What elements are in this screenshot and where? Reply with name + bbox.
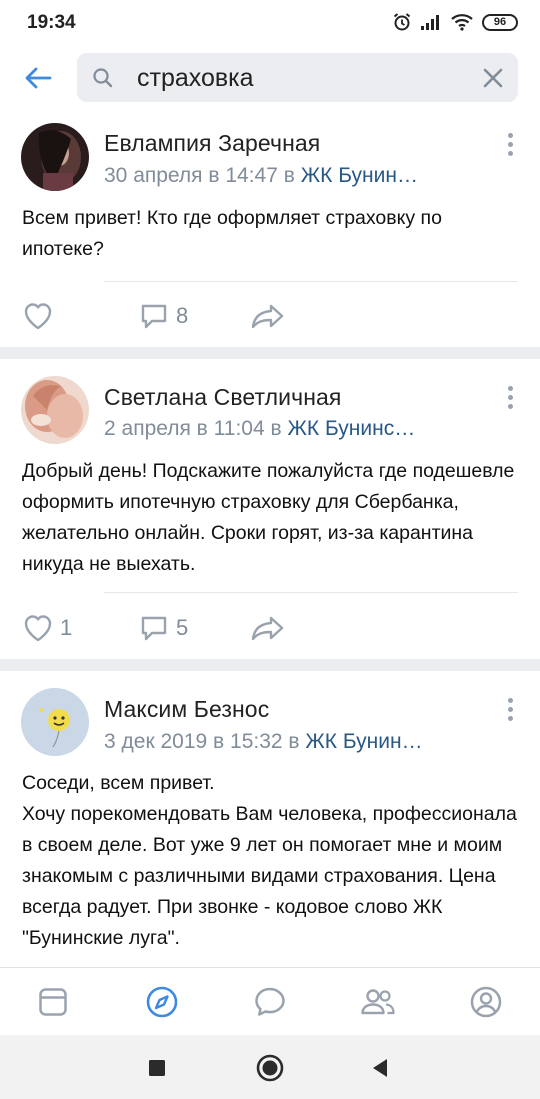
recents-button[interactable] xyxy=(142,1053,172,1083)
post-actions: 1 5 xyxy=(22,610,322,646)
wifi-icon xyxy=(451,14,473,31)
share-icon xyxy=(251,304,284,329)
search-header: страховка xyxy=(0,44,540,112)
battery-icon: 96 xyxy=(482,13,518,31)
post-divider xyxy=(0,659,540,671)
post-actions: 8 xyxy=(22,298,322,334)
home-circle-icon xyxy=(256,1054,284,1082)
heart-icon xyxy=(24,615,52,642)
comment-icon xyxy=(141,304,167,329)
post-date: 3 дек 2019 в 15:32 в xyxy=(104,730,300,753)
post-more-button[interactable] xyxy=(500,694,520,724)
post-separator xyxy=(104,592,518,593)
post-meta: 30 апреля в 14:47 в ЖК Бунин… xyxy=(104,164,418,188)
post-more-button[interactable] xyxy=(500,129,520,159)
avatar-photo xyxy=(21,376,89,444)
post-separator xyxy=(104,281,518,282)
android-nav-bar xyxy=(0,1035,540,1099)
post-divider xyxy=(0,347,540,359)
post-text: Всем привет! Кто где оформляет страховку… xyxy=(22,207,442,260)
share-button[interactable] xyxy=(250,610,286,646)
clear-search-button[interactable] xyxy=(480,65,506,91)
post-meta: 3 дек 2019 в 15:32 в ЖК Бунин… xyxy=(104,730,423,754)
post-text: Добрый день! Подскажите пожалуйста где п… xyxy=(22,460,515,575)
tab-messages[interactable] xyxy=(250,982,290,1022)
comment-button[interactable]: 5 xyxy=(138,610,188,646)
back-arrow-icon xyxy=(25,67,52,89)
like-count: 1 xyxy=(60,615,73,640)
avatar[interactable] xyxy=(21,688,89,756)
home-button[interactable] xyxy=(255,1053,285,1083)
post-text-line: Соседи, всем привет. xyxy=(22,772,215,794)
back-button[interactable] xyxy=(18,58,58,98)
recents-square-icon xyxy=(149,1060,165,1076)
signal-icon xyxy=(421,15,439,30)
tab-discover[interactable] xyxy=(142,982,182,1022)
status-time: 19:34 xyxy=(27,12,76,33)
friends-icon xyxy=(361,989,395,1015)
comment-count: 5 xyxy=(176,615,189,640)
post-group-link[interactable]: ЖК Бунин… xyxy=(305,730,422,753)
like-button[interactable] xyxy=(22,298,60,334)
battery-level: 96 xyxy=(493,15,507,28)
post-card: Максим Безнос 3 дек 2019 в 15:32 в ЖК Бу… xyxy=(0,671,540,967)
like-button[interactable]: 1 xyxy=(22,610,72,646)
avatar[interactable] xyxy=(21,376,89,444)
alarm-icon xyxy=(393,13,411,31)
search-icon xyxy=(93,68,113,88)
system-back-button[interactable] xyxy=(365,1053,395,1083)
news-icon xyxy=(39,988,67,1016)
search-results-feed[interactable]: Евлампия Заречная 30 апреля в 14:47 в ЖК… xyxy=(0,112,540,967)
post-text: Соседи, всем привет. Хочу порекомендоват… xyxy=(22,768,527,954)
post-author[interactable]: Максим Безнос xyxy=(104,696,269,723)
profile-icon xyxy=(470,986,502,1018)
share-button[interactable] xyxy=(250,298,286,334)
post-card: Евлампия Заречная 30 апреля в 14:47 в ЖК… xyxy=(0,112,540,347)
post-author[interactable]: Светлана Светличная xyxy=(104,384,341,411)
messages-icon xyxy=(255,987,285,1016)
tab-profile[interactable] xyxy=(466,982,506,1022)
post-group-link[interactable]: ЖК Бунин… xyxy=(301,164,418,187)
post-meta: 2 апреля в 11:04 в ЖК Бунинс… xyxy=(104,417,415,441)
post-date: 2 апреля в 11:04 в xyxy=(104,417,282,440)
avatar-photo xyxy=(21,123,89,191)
avatar[interactable] xyxy=(21,123,89,191)
post-more-button[interactable] xyxy=(500,382,520,412)
comment-icon xyxy=(141,616,167,641)
back-triangle-icon xyxy=(373,1059,387,1077)
comment-button[interactable]: 8 xyxy=(138,298,188,334)
search-query[interactable]: страховка xyxy=(137,64,254,93)
post-card: Светлана Светличная 2 апреля в 11:04 в Ж… xyxy=(0,359,540,659)
clear-icon xyxy=(483,68,503,88)
post-text-line: Хочу порекомендовать Вам человека, профе… xyxy=(22,803,517,949)
avatar-photo xyxy=(21,688,89,756)
tab-friends[interactable] xyxy=(358,982,398,1022)
post-author[interactable]: Евлампия Заречная xyxy=(104,130,320,157)
status-icons: 96 xyxy=(392,11,518,33)
search-input[interactable]: страховка xyxy=(77,53,518,102)
discover-icon xyxy=(146,986,178,1018)
status-bar: 19:34 96 xyxy=(0,0,540,44)
share-icon xyxy=(251,616,284,641)
bottom-tab-bar xyxy=(0,967,540,1035)
tab-news[interactable] xyxy=(33,982,73,1022)
post-date: 30 апреля в 14:47 в xyxy=(104,164,295,187)
post-group-link[interactable]: ЖК Бунинс… xyxy=(288,417,416,440)
heart-icon xyxy=(24,303,52,330)
comment-count: 8 xyxy=(176,303,189,328)
